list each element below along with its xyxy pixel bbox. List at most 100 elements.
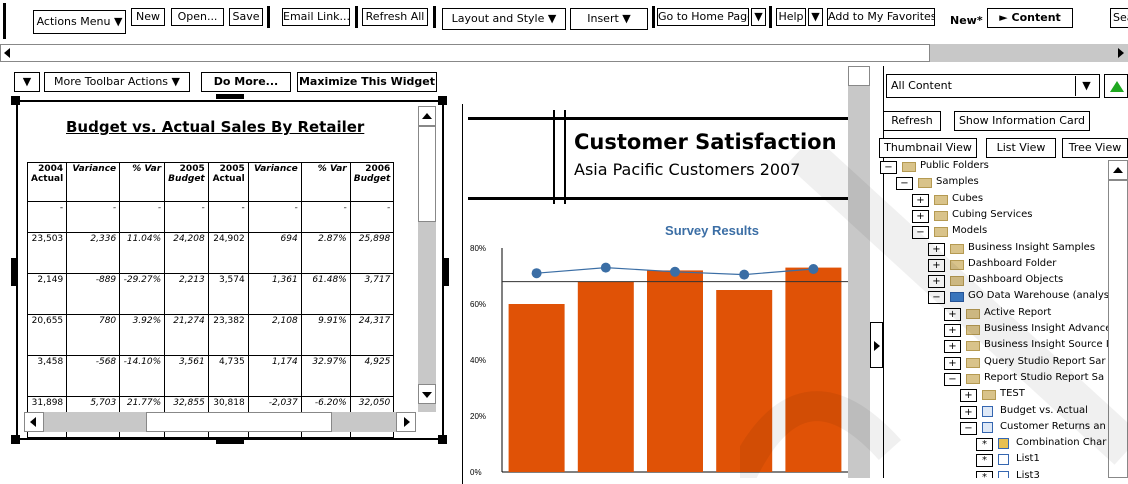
folder-icon <box>966 357 980 368</box>
table-header-row: 2004 Actual Variance % Var 2005 Budget 200… <box>26 162 395 202</box>
table-cell: - <box>66 201 121 233</box>
list-view-button[interactable]: List View <box>986 138 1056 158</box>
scrollbar-thumb[interactable] <box>0 44 930 62</box>
collapse-toggle[interactable]: − <box>880 161 897 174</box>
table-cell: - <box>247 201 302 233</box>
expand-toggle[interactable]: + <box>912 209 929 223</box>
scroll-up-button[interactable] <box>418 106 436 126</box>
content-button[interactable]: ► Content <box>987 8 1073 28</box>
show-info-card-button[interactable]: Show Information Card <box>954 111 1090 131</box>
scroll-right-icon[interactable] <box>1118 48 1124 58</box>
resize-handle[interactable] <box>11 435 20 444</box>
y-tick-label: 80% <box>470 244 486 253</box>
tree-item-label: Dashboard Objects <box>968 274 1064 286</box>
collapse-toggle[interactable]: − <box>912 226 929 240</box>
expand-toggle[interactable]: + <box>960 405 977 419</box>
page-horizontal-scrollbar[interactable] <box>0 44 1128 62</box>
folder-icon <box>966 373 980 384</box>
scroll-right-icon <box>404 417 410 427</box>
header-rule <box>468 197 848 200</box>
expand-toggle[interactable]: + <box>928 275 945 289</box>
new-button[interactable]: New <box>131 8 165 26</box>
search-input[interactable]: Sea <box>1110 8 1128 28</box>
column-header: 2005 Budget <box>164 162 209 202</box>
expand-toggle[interactable]: + <box>944 324 961 337</box>
leaf-marker[interactable]: * <box>976 454 993 468</box>
document-name: New* <box>950 14 983 27</box>
leaf-marker[interactable]: * <box>976 470 993 478</box>
table-cell: 3,458 <box>26 355 68 397</box>
triangle-down-icon: ▼ <box>22 75 32 88</box>
table-cell: 1,361 <box>247 273 302 315</box>
scroll-right-button[interactable] <box>396 412 416 432</box>
report-icon <box>982 405 993 417</box>
header-rule <box>468 117 848 120</box>
resize-handle[interactable] <box>11 96 20 105</box>
scrollbar-thumb[interactable] <box>1108 180 1128 478</box>
widget-menu-button[interactable]: ▼ <box>14 72 40 92</box>
expand-toggle[interactable]: + <box>928 242 945 256</box>
triangle-down-icon[interactable]: ▼ <box>1075 76 1097 96</box>
maximize-widget-button[interactable]: Maximize This Widget <box>297 72 437 92</box>
expand-toggle[interactable]: + <box>944 340 961 354</box>
toolbar-separator <box>433 6 436 28</box>
open-button[interactable]: Open... <box>171 8 224 26</box>
scroll-left-button[interactable] <box>24 412 44 432</box>
collapse-toggle[interactable]: − <box>944 372 961 386</box>
thumbnail-view-button[interactable]: Thumbnail View <box>879 138 977 158</box>
insert-menu[interactable]: Insert ▼ <box>570 8 648 30</box>
expand-toggle[interactable]: + <box>912 193 929 207</box>
go-up-button[interactable] <box>1104 74 1128 98</box>
scrollbar-thumb[interactable] <box>418 126 436 222</box>
leaf-marker[interactable]: * <box>976 438 993 452</box>
tree-view-button[interactable]: Tree View <box>1062 138 1128 158</box>
scrollbar-thumb[interactable] <box>146 412 332 432</box>
help-dropdown[interactable]: ▼ <box>808 8 823 26</box>
save-button[interactable]: Save <box>229 8 263 26</box>
resize-handle[interactable] <box>438 435 447 444</box>
chart-icon <box>998 438 1009 450</box>
expand-toggle[interactable]: + <box>928 258 945 272</box>
resize-handle[interactable] <box>216 94 244 99</box>
expand-toggle[interactable]: + <box>960 389 977 403</box>
center-vertical-scrollbar[interactable] <box>848 66 870 478</box>
actions-menu-button[interactable]: Actions Menu ▼ <box>33 10 126 34</box>
scroll-up-button[interactable] <box>848 66 870 86</box>
collapse-toggle[interactable]: − <box>896 177 913 191</box>
go-home-button[interactable]: Go to Home Page <box>657 8 749 26</box>
table-cell: - <box>119 201 166 233</box>
table-cell: -14.10% <box>119 355 166 397</box>
expand-toggle[interactable]: + <box>944 307 961 321</box>
add-favorites-button[interactable]: Add to My Favorites <box>827 8 935 26</box>
collapse-toggle[interactable]: − <box>928 291 945 305</box>
table-cell: 4,925 <box>349 355 395 397</box>
refresh-button[interactable]: Refresh <box>883 111 941 131</box>
email-link-button[interactable]: Email Link... <box>282 8 350 26</box>
toolbar-separator <box>3 3 6 39</box>
scroll-up-button[interactable] <box>1108 160 1128 180</box>
resize-handle[interactable] <box>11 258 16 286</box>
tree-item-label: Business Insight Advance <box>984 323 1110 334</box>
resize-handle[interactable] <box>216 439 244 444</box>
do-more-button[interactable]: Do More... <box>201 72 291 92</box>
layout-style-menu[interactable]: Layout and Style ▼ <box>442 8 566 30</box>
table-cell: 3,561 <box>164 355 209 397</box>
tree-item-label: Customer Returns an <box>1000 420 1106 432</box>
collapse-toggle[interactable]: − <box>960 421 977 435</box>
resize-handle[interactable] <box>444 258 449 286</box>
table-cell: 9.91% <box>300 314 351 356</box>
go-home-dropdown[interactable]: ▼ <box>751 8 766 26</box>
tree-vertical-scrollbar[interactable] <box>1108 160 1128 478</box>
column-header: 2006 Budget <box>349 162 395 202</box>
expand-toggle[interactable]: + <box>944 356 961 370</box>
content-filter-select[interactable]: All Content <box>886 74 1100 98</box>
help-button[interactable]: Help <box>776 8 806 26</box>
scroll-down-button[interactable] <box>418 384 436 404</box>
resize-handle[interactable] <box>438 96 447 105</box>
more-toolbar-actions-button[interactable]: More Toolbar Actions ▼ <box>44 72 190 92</box>
refresh-all-button[interactable]: Refresh All <box>362 8 428 26</box>
table-vertical-scrollbar[interactable] <box>418 106 436 412</box>
table-horizontal-scrollbar[interactable] <box>24 412 416 432</box>
scroll-left-icon[interactable] <box>4 48 10 58</box>
line-point <box>670 266 680 277</box>
